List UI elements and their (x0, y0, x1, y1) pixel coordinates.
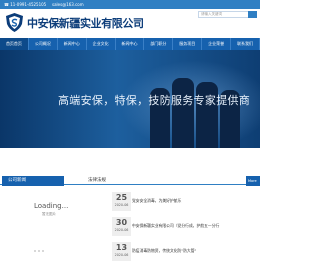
tab-law[interactable]: 法律法规 (88, 176, 128, 186)
news-date: 25 2020-06 (112, 192, 131, 211)
news-item[interactable]: 13 2020-06 防疫消毒防物资，传统文化防"防大管" (112, 242, 260, 262)
news-title[interactable]: 党安安全消毒，为美好护航乐 (132, 198, 181, 204)
news-title[interactable]: 防疫消毒防物资，传统文化防"防大管" (132, 248, 196, 254)
nav-item-services[interactable]: 服务项目 (173, 38, 203, 50)
news-date: 13 2020-06 (112, 242, 131, 261)
loading-subtitle: 暂无图片 (42, 212, 56, 216)
company-logo-icon (6, 13, 23, 32)
nav-item-about[interactable]: 公司概况 (29, 38, 58, 50)
news-day: 25 (115, 193, 128, 202)
nav-item-culture[interactable]: 企业文化 (87, 38, 116, 50)
banner-slogan: 高端安保，特保，技防服务专家提供商 (58, 94, 251, 107)
top-info-bar: ☎ 11-0991-4525105 sales@163.com (0, 0, 260, 9)
news-item[interactable]: 25 2020-06 党安安全消毒，为美好护航乐 (112, 192, 260, 212)
guard-figure (172, 78, 194, 148)
main-nav: 首页首页 公司概况 新闻中心 企业文化 新闻中心 部门职分 服务项目 企业荣誉 … (0, 38, 261, 50)
nav-item-home[interactable]: 首页首页 (0, 38, 29, 50)
news-year-month: 2020-06 (114, 228, 129, 232)
search-button[interactable] (248, 11, 257, 18)
company-name: 中安保新疆实业有限公司 (27, 17, 144, 30)
nav-item-contact[interactable]: 联系我们 (231, 38, 261, 50)
news-date: 30 2020-06 (112, 217, 131, 236)
hero-banner: 高端安保，特保，技防服务专家提供商 (0, 50, 260, 148)
nav-item-news-2[interactable]: 新闻中心 (116, 38, 145, 50)
news-day: 30 (115, 218, 128, 227)
news-day: 13 (115, 243, 128, 252)
nav-item-news[interactable]: 新闻中心 (58, 38, 87, 50)
search-input[interactable]: 请输入关键词 (198, 11, 250, 18)
nav-item-honors[interactable]: 企业荣誉 (202, 38, 232, 50)
tab-company-news[interactable]: 公司新闻 (2, 176, 64, 186)
phone-text: ☎ 11-0991-4525105 (4, 2, 47, 7)
nav-item-departments[interactable]: 部门职分 (144, 38, 174, 50)
news-year-month: 2020-06 (114, 203, 129, 207)
slider-dots[interactable] (34, 237, 50, 252)
news-item[interactable]: 30 2020-06 中安保新疆实业有限公司（党分行成，护航五一分行 (112, 217, 260, 237)
more-link[interactable]: More (246, 176, 260, 186)
news-year-month: 2020-06 (114, 253, 129, 257)
loading-text: Loading... (34, 202, 69, 210)
news-title[interactable]: 中安保新疆实业有限公司（党分行成，护航五一分行 (132, 223, 219, 229)
email-text: sales@163.com (52, 2, 84, 7)
